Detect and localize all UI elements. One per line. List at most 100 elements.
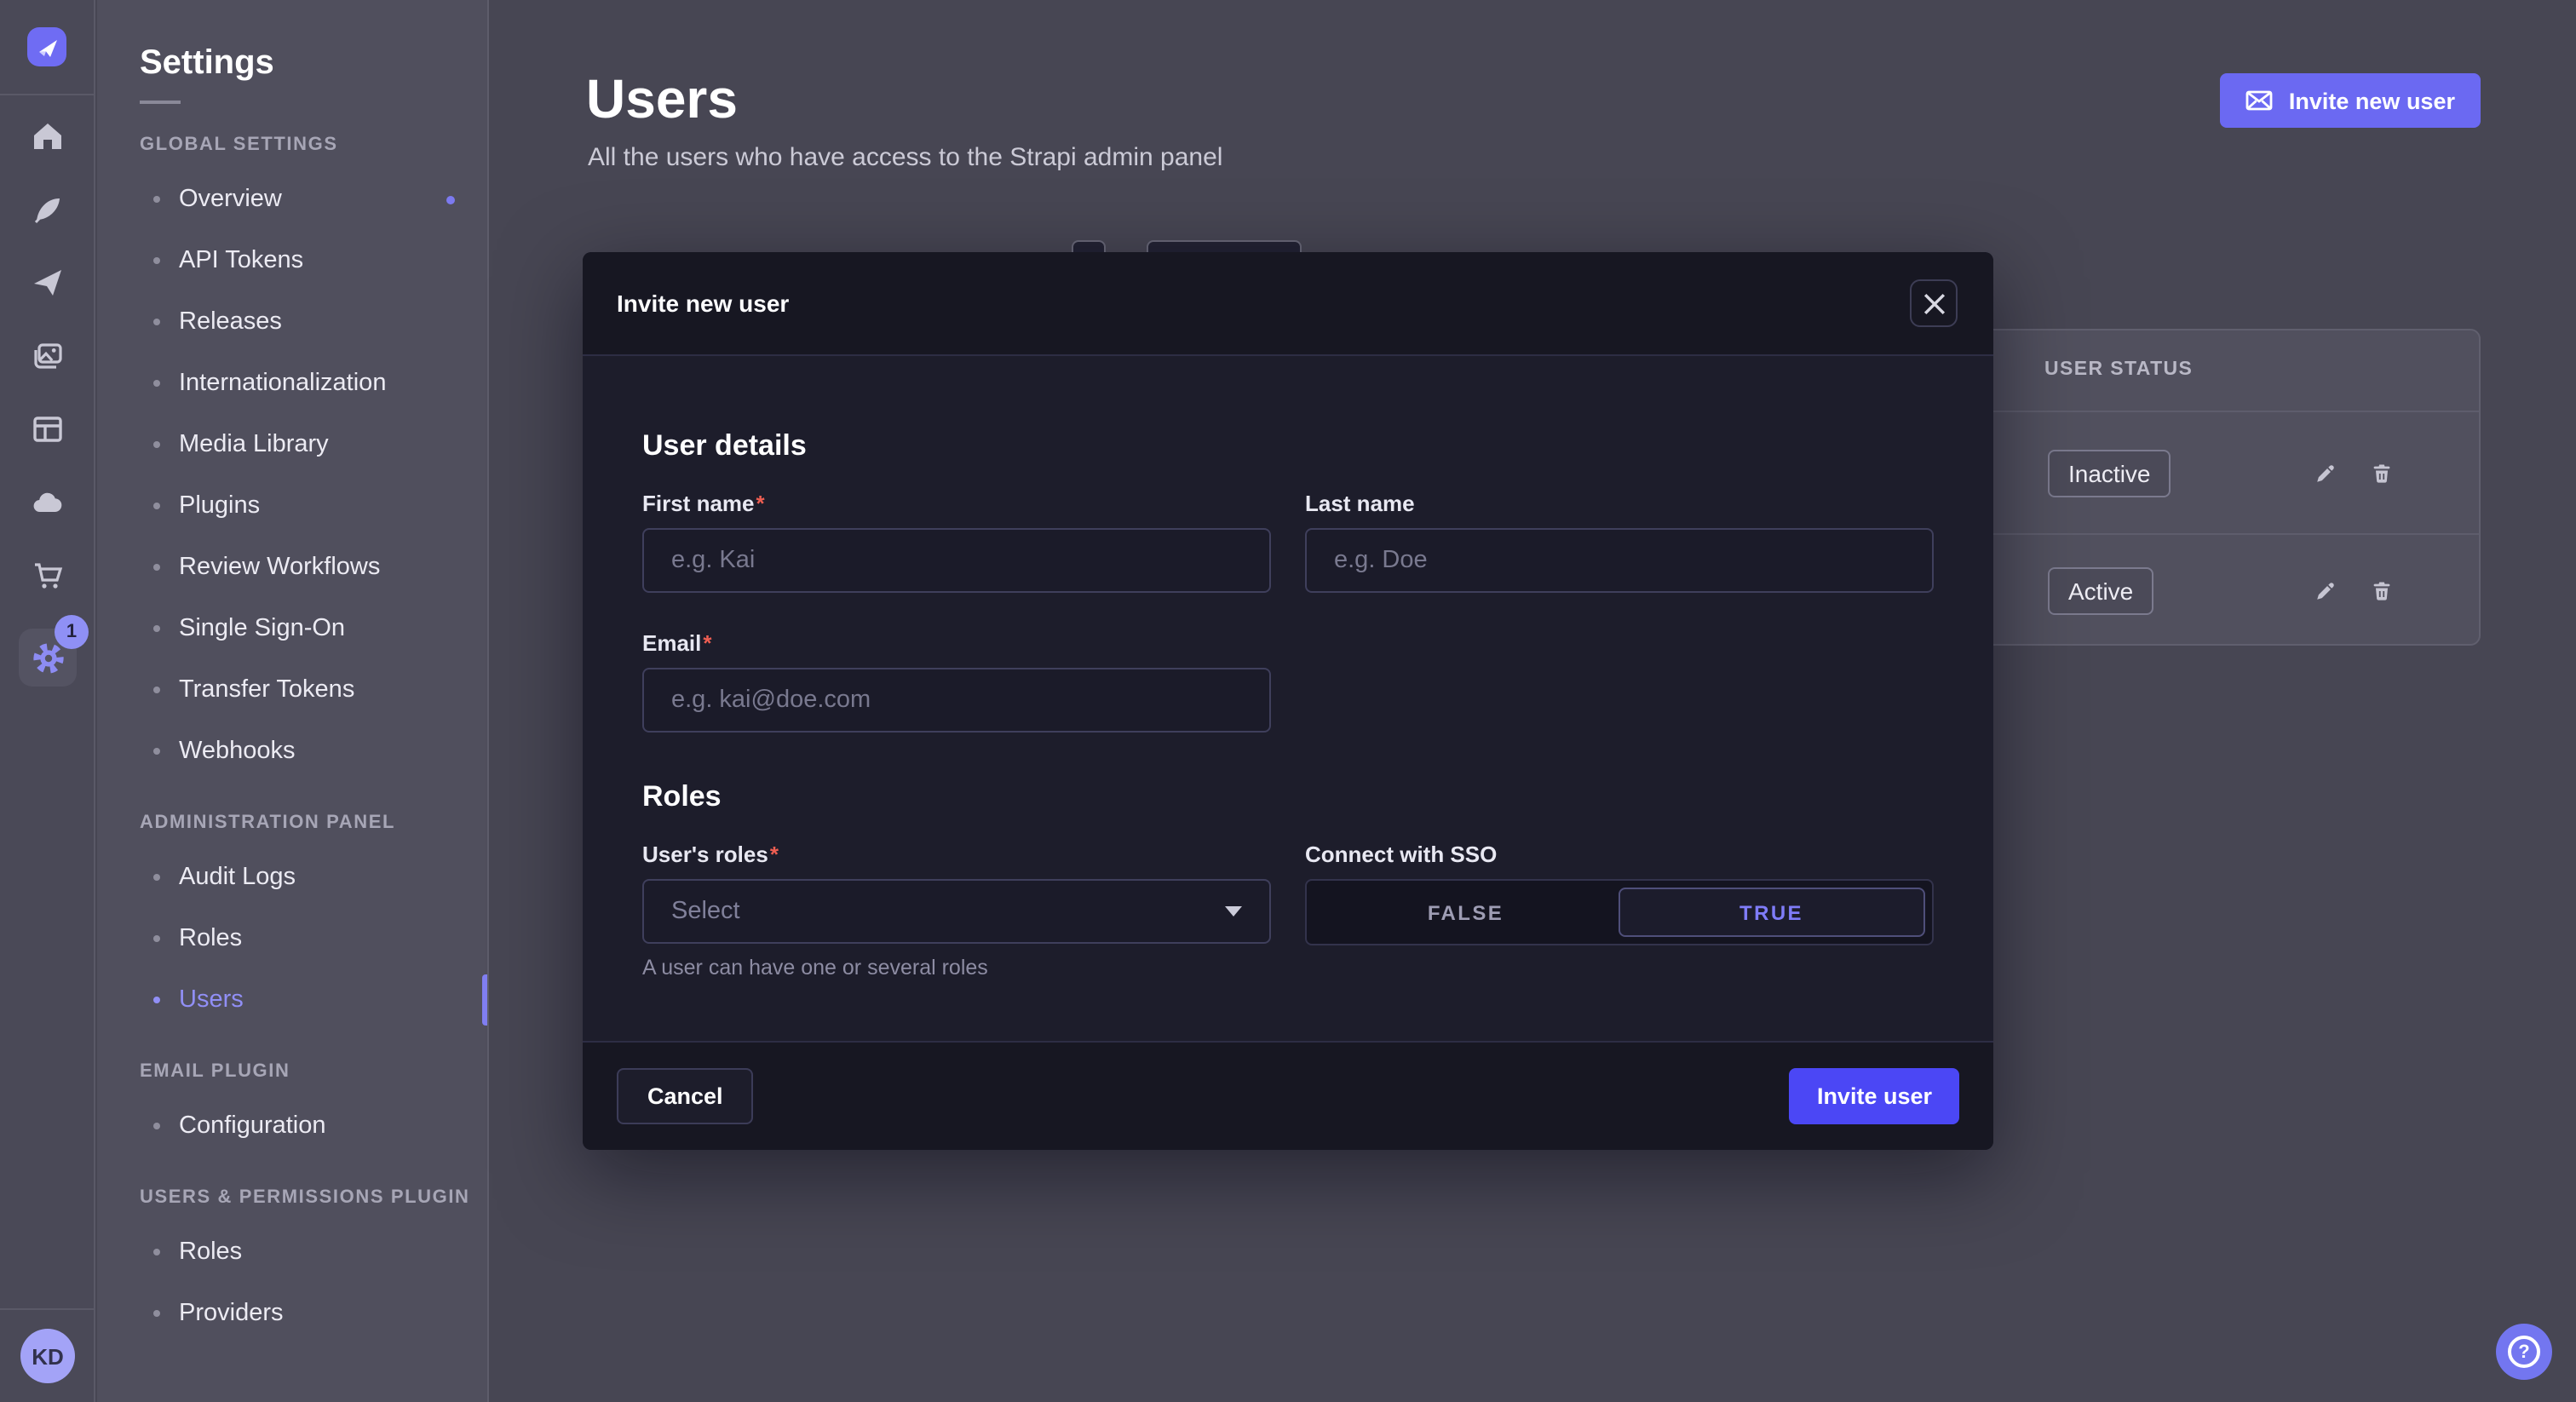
title-underline xyxy=(140,101,181,104)
sidebar-item-audit-logs[interactable]: Audit Logs xyxy=(97,847,487,908)
user-roles-select[interactable]: Select xyxy=(642,879,1271,944)
sidebar-item-up-roles[interactable]: Roles xyxy=(97,1221,487,1283)
roles-hint: A user can have one or several roles xyxy=(642,956,1271,980)
first-name-label: First name xyxy=(642,491,755,516)
close-icon[interactable] xyxy=(1910,279,1958,327)
chevron-down-icon xyxy=(1225,906,1242,916)
invite-user-modal: Invite new user User details First name*… xyxy=(583,252,1993,1150)
sso-true-option[interactable]: TRUE xyxy=(1618,888,1925,937)
sidebar-item-plugins[interactable]: Plugins xyxy=(97,475,487,537)
invite-new-user-button[interactable]: Invite new user xyxy=(2221,73,2481,128)
edit-icon[interactable] xyxy=(2314,461,2337,485)
user-status-column-header: USER STATUS xyxy=(2044,359,2193,380)
row-actions xyxy=(2314,578,2394,602)
section-label: GLOBAL SETTINGS xyxy=(97,121,487,169)
bullet-icon xyxy=(153,441,160,448)
bullet-icon xyxy=(153,935,160,942)
status-badge: Inactive xyxy=(2048,449,2171,497)
last-name-field: Last name xyxy=(1305,491,1934,593)
row-actions xyxy=(2314,461,2394,485)
bullet-icon xyxy=(153,1310,160,1317)
sidebar-item-api-tokens[interactable]: API Tokens xyxy=(97,230,487,291)
section-label: USERS & PERMISSIONS PLUGIN xyxy=(97,1174,487,1221)
status-badge: Active xyxy=(2048,566,2153,614)
sidebar-item-admin-roles[interactable]: Roles xyxy=(97,908,487,969)
settings-icon[interactable]: 1 xyxy=(19,629,77,687)
envelope-icon xyxy=(2246,90,2274,111)
first-name-field: First name* xyxy=(642,491,1271,593)
modal-title: Invite new user xyxy=(617,290,789,317)
content-manager-icon[interactable] xyxy=(31,412,65,446)
user-roles-field: User's roles* Select A user can have one… xyxy=(642,842,1271,980)
sidebar-item-configuration[interactable]: Configuration xyxy=(97,1095,487,1157)
sso-label: Connect with SSO xyxy=(1305,842,1934,867)
deploy-icon[interactable] xyxy=(31,266,65,300)
bullet-icon xyxy=(153,748,160,755)
content-type-builder-icon[interactable] xyxy=(31,192,65,227)
email-label: Email xyxy=(642,630,701,656)
settings-subnav: Settings GLOBAL SETTINGS Overview API To… xyxy=(97,0,489,1402)
home-icon[interactable] xyxy=(31,119,65,153)
bullet-icon xyxy=(153,625,160,632)
section-label: ADMINISTRATION PANEL xyxy=(97,799,487,847)
cloud-icon[interactable] xyxy=(31,486,65,520)
strapi-logo-icon[interactable] xyxy=(27,27,66,66)
bullet-icon xyxy=(153,997,160,1003)
section-global-settings: GLOBAL SETTINGS Overview API Tokens Rele… xyxy=(97,121,487,782)
sidebar-item-providers[interactable]: Providers xyxy=(97,1283,487,1344)
delete-icon[interactable] xyxy=(2370,461,2394,485)
section-administration-panel: ADMINISTRATION PANEL Audit Logs Roles Us… xyxy=(97,799,487,1031)
bullet-icon xyxy=(153,564,160,571)
sidebar-item-users[interactable]: Users xyxy=(97,969,487,1031)
logo-cell xyxy=(0,0,94,95)
sidebar-item-single-sign-on[interactable]: Single Sign-On xyxy=(97,598,487,659)
email-field: Email* xyxy=(642,630,1271,733)
invite-user-submit-button[interactable]: Invite user xyxy=(1790,1068,1959,1124)
first-name-input[interactable] xyxy=(642,528,1271,593)
edit-icon[interactable] xyxy=(2314,578,2337,602)
icon-rail: 1 KD xyxy=(0,0,95,1402)
sidebar-item-overview[interactable]: Overview xyxy=(97,169,487,230)
bullet-icon xyxy=(153,503,160,509)
required-marker: * xyxy=(756,491,765,516)
sidebar-item-transfer-tokens[interactable]: Transfer Tokens xyxy=(97,659,487,721)
sidebar-item-webhooks[interactable]: Webhooks xyxy=(97,721,487,782)
bullet-icon xyxy=(153,687,160,693)
modal-footer: Cancel Invite user xyxy=(583,1041,1993,1150)
bullet-icon xyxy=(153,196,160,203)
modal-header: Invite new user xyxy=(583,252,1993,356)
notification-dot xyxy=(446,196,455,204)
bullet-icon xyxy=(153,257,160,264)
rail-footer: KD xyxy=(0,1308,95,1402)
user-roles-label: User's roles xyxy=(642,842,768,867)
roles-heading: Roles xyxy=(642,780,1934,814)
settings-notification-badge: 1 xyxy=(55,615,89,649)
rail-icon-list: 1 xyxy=(0,119,95,687)
sidebar-item-releases[interactable]: Releases xyxy=(97,291,487,353)
strapi-admin-app: 1 KD Settings GLOBAL SETTINGS Overview A… xyxy=(0,0,2576,1402)
sidebar-item-media-library[interactable]: Media Library xyxy=(97,414,487,475)
last-name-input[interactable] xyxy=(1305,528,1934,593)
section-users-permissions-plugin: USERS & PERMISSIONS PLUGIN Roles Provide… xyxy=(97,1174,487,1344)
sso-field: Connect with SSO FALSE TRUE xyxy=(1305,842,1934,980)
sidebar-item-internationalization[interactable]: Internationalization xyxy=(97,353,487,414)
delete-icon[interactable] xyxy=(2370,578,2394,602)
question-mark-icon: ? xyxy=(2508,1336,2540,1368)
sso-toggle: FALSE TRUE xyxy=(1305,879,1934,945)
media-library-icon[interactable] xyxy=(31,339,65,373)
marketplace-icon[interactable] xyxy=(31,559,65,593)
user-details-heading: User details xyxy=(642,429,1934,463)
page-title: Users xyxy=(586,68,738,131)
help-button[interactable]: ? xyxy=(2496,1324,2552,1380)
email-input[interactable] xyxy=(642,668,1271,733)
bullet-icon xyxy=(153,1123,160,1129)
modal-body: User details First name* Last name Email… xyxy=(583,429,1993,980)
required-marker: * xyxy=(703,630,711,656)
sso-false-option[interactable]: FALSE xyxy=(1314,888,1618,937)
cancel-button[interactable]: Cancel xyxy=(617,1068,754,1124)
user-avatar[interactable]: KD xyxy=(20,1329,75,1383)
sidebar-item-review-workflows[interactable]: Review Workflows xyxy=(97,537,487,598)
active-indicator xyxy=(482,974,487,1026)
bullet-icon xyxy=(153,319,160,325)
section-label: EMAIL PLUGIN xyxy=(97,1048,487,1095)
